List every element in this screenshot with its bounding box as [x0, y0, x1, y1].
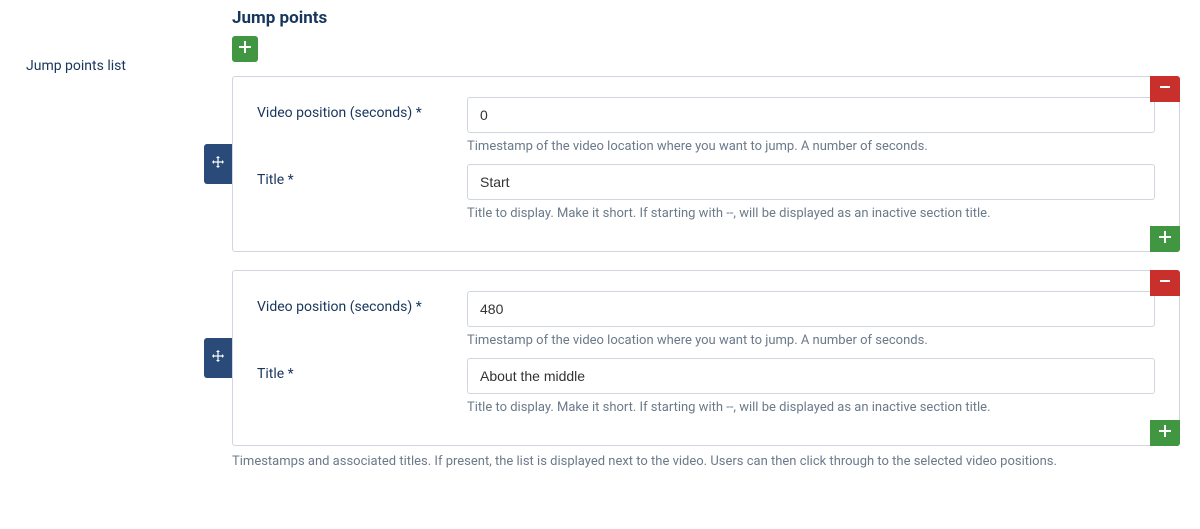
move-icon: [212, 350, 224, 366]
title-label: Title *: [257, 164, 467, 188]
title-help: Title to display. Make it short. If star…: [467, 400, 1155, 415]
title-label: Title *: [257, 358, 467, 382]
jump-points-list-help: Timestamps and associated titles. If pre…: [232, 454, 1180, 469]
section-heading: Jump points: [232, 8, 1180, 36]
jump-point-panel: Video position (seconds) * Timestamp of …: [232, 76, 1180, 252]
plus-icon: [1159, 425, 1171, 441]
add-item-below-button[interactable]: [1150, 226, 1180, 252]
video-position-input[interactable]: [467, 291, 1155, 327]
remove-item-button[interactable]: [1150, 76, 1180, 102]
plus-icon: [1159, 231, 1171, 247]
minus-icon: [1159, 275, 1171, 291]
plus-icon: [239, 41, 251, 57]
video-position-help: Timestamp of the video location where yo…: [467, 139, 1155, 154]
jump-point-panel: Video position (seconds) * Timestamp of …: [232, 270, 1180, 446]
add-item-below-button[interactable]: [1150, 420, 1180, 446]
title-input[interactable]: [467, 358, 1155, 394]
minus-icon: [1159, 81, 1171, 97]
remove-item-button[interactable]: [1150, 270, 1180, 296]
title-help: Title to display. Make it short. If star…: [467, 206, 1155, 221]
video-position-label: Video position (seconds) *: [257, 291, 467, 315]
video-position-input[interactable]: [467, 97, 1155, 133]
add-item-button-top[interactable]: [232, 36, 258, 62]
drag-handle[interactable]: [204, 338, 232, 378]
video-position-help: Timestamp of the video location where yo…: [467, 333, 1155, 348]
jump-points-list-label: Jump points list: [20, 58, 232, 74]
drag-handle[interactable]: [204, 144, 232, 184]
video-position-label: Video position (seconds) *: [257, 97, 467, 121]
title-input[interactable]: [467, 164, 1155, 200]
move-icon: [212, 156, 224, 172]
